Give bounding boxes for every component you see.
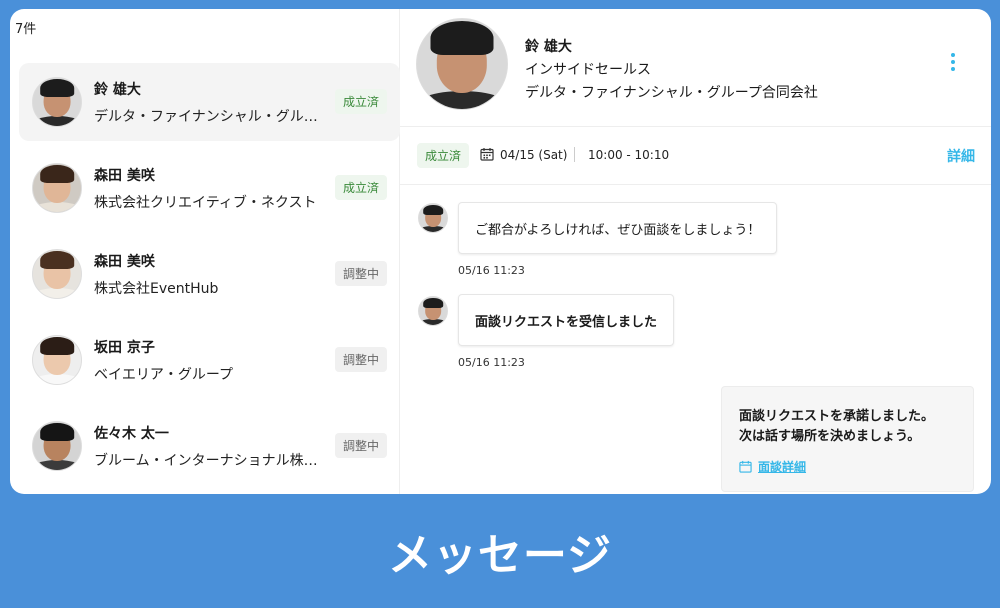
status-badge: 調整中 [334, 261, 387, 286]
profile-role: インサイドセールス [525, 62, 651, 78]
conversation-list: 7件 鈴 雄大 デルタ・ファイナンシャル・グループ合同会社 成立済 森田 美咲 … [10, 9, 400, 494]
conversation-company: ブルーム・インターナショナル株式会社 [94, 452, 320, 469]
system-message-line: 面談リクエストを承諾しました。 [739, 409, 935, 424]
conversation-company: 株式会社クリエイティブ・ネクスト [94, 194, 317, 211]
avatar [32, 249, 82, 299]
message-avatar [418, 296, 448, 326]
profile-header: 鈴 雄大 インサイドセールス デルタ・ファイナンシャル・グループ合同会社 [400, 9, 991, 127]
system-message-card: 面談リクエストを承諾しました。 次は話す場所を決めましょう。 面談詳細 [721, 386, 974, 492]
meeting-detail-link[interactable]: 詳細 [947, 146, 975, 166]
conversation-company: 株式会社EventHub [94, 280, 219, 297]
profile-name: 鈴 雄大 [525, 39, 572, 55]
meeting-status-badge: 成立済 [417, 143, 470, 168]
conversation-name: 坂田 京子 [94, 339, 155, 356]
more-menu-icon[interactable] [945, 53, 961, 73]
status-badge: 調整中 [334, 347, 387, 372]
meeting-bar: 成立済 04/15 (Sat) 10:00 - 10:10 詳細 [400, 127, 991, 185]
conversation-item[interactable]: 鈴 雄大 デルタ・ファイナンシャル・グループ合同会社 成立済 [19, 63, 400, 141]
avatar [32, 421, 82, 471]
calendar-icon [739, 460, 752, 473]
message-timestamp: 05/16 11:23 [458, 356, 525, 369]
conversation-item[interactable]: 森田 美咲 株式会社クリエイティブ・ネクスト 成立済 [19, 149, 400, 227]
chat-pane: 鈴 雄大 インサイドセールス デルタ・ファイナンシャル・グループ合同会社 成立済… [400, 9, 991, 494]
conversation-name: 森田 美咲 [94, 167, 155, 184]
meeting-time: 10:00 - 10:10 [588, 148, 670, 162]
profile-company: デルタ・ファイナンシャル・グループ合同会社 [525, 85, 818, 101]
system-message-line: 次は話す場所を決めましょう。 [739, 429, 921, 444]
conversation-item[interactable]: 坂田 京子 ベイエリア・グループ 調整中 [19, 321, 400, 399]
conversation-company: デルタ・ファイナンシャル・グループ合同会社 [94, 108, 320, 125]
divider [574, 147, 575, 162]
message-bubble: ご都合がよろしければ、ぜひ面談をしましょう！ [458, 202, 778, 254]
message-bubble: 面談リクエストを受信しました [458, 294, 675, 346]
avatar [32, 335, 82, 385]
avatar [32, 163, 82, 213]
caption-title: メッセージ [387, 530, 613, 581]
profile-avatar [416, 18, 508, 110]
calendar-icon [480, 148, 494, 161]
conversation-name: 佐々木 太一 [94, 425, 169, 442]
meeting-detail-label: 面談詳細 [758, 460, 807, 474]
status-badge: 成立済 [334, 89, 387, 114]
meeting-date: 04/15 (Sat) [500, 148, 568, 162]
status-badge: 調整中 [334, 433, 387, 458]
meeting-detail-button[interactable]: 面談詳細 [739, 458, 806, 475]
status-badge: 成立済 [334, 175, 387, 200]
conversation-count: 7件 [15, 22, 37, 37]
conversation-name: 鈴 雄大 [94, 81, 141, 98]
message-avatar [418, 203, 448, 233]
avatar [32, 77, 82, 127]
message-timestamp: 05/16 11:23 [458, 264, 525, 277]
app-window: 7件 鈴 雄大 デルタ・ファイナンシャル・グループ合同会社 成立済 森田 美咲 … [10, 9, 991, 494]
conversation-item[interactable]: 佐々木 太一 ブルーム・インターナショナル株式会社 調整中 [19, 407, 400, 485]
conversation-company: ベイエリア・グループ [94, 366, 234, 383]
conversation-name: 森田 美咲 [94, 253, 155, 270]
conversation-item[interactable]: 森田 美咲 株式会社EventHub 調整中 [19, 235, 400, 313]
